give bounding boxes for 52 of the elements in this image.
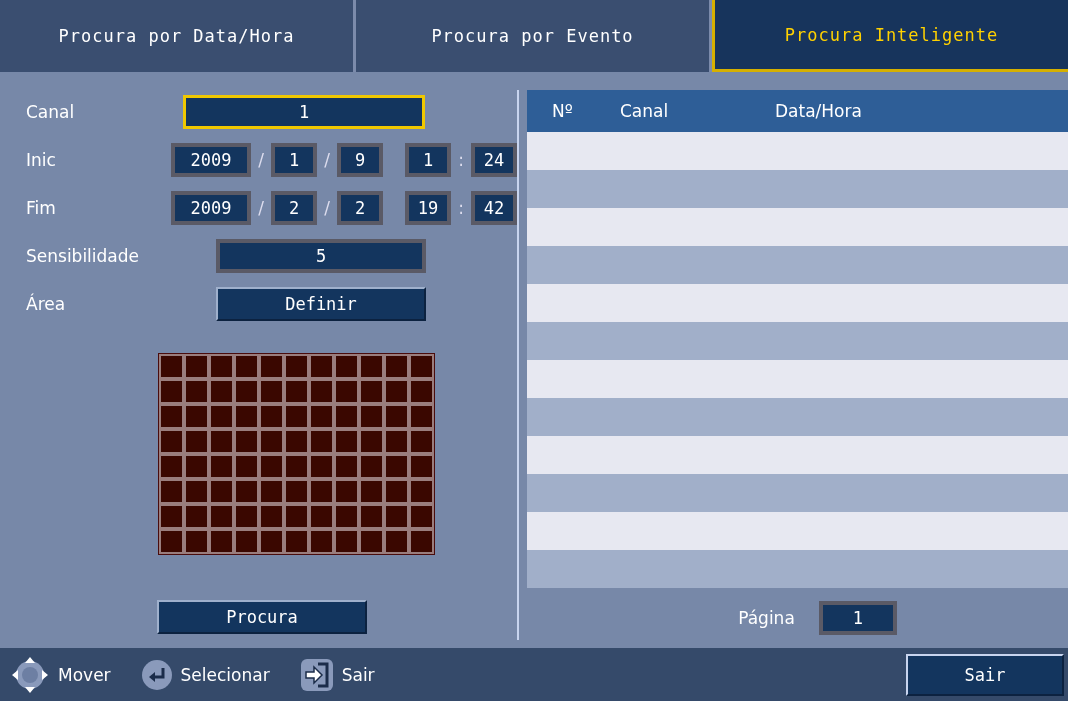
exit-icon [299,657,334,692]
month-field[interactable]: 1 [271,143,317,177]
separator: / [323,150,331,170]
hint-label: Selecionar [180,664,270,685]
table-row[interactable] [527,322,1068,360]
column-header: Nº [552,101,574,121]
tab[interactable]: Procura Inteligente [712,0,1068,72]
table-row[interactable] [527,132,1068,170]
area-grid-drawing[interactable] [158,353,435,555]
year-field[interactable]: 2009 [171,191,251,225]
field-label: Inic [25,150,57,170]
field-label: Canal [25,102,76,122]
separator: / [257,198,265,218]
table-row[interactable] [527,170,1068,208]
field-label: Sensibilidade [25,246,141,266]
table-row[interactable] [527,474,1068,512]
separator: : [457,150,465,170]
page-field[interactable]: 1 [818,601,897,635]
enter-icon [140,658,173,691]
column-header: Canal [620,101,670,121]
column-header: Data/Hora [775,101,862,121]
table-row[interactable] [527,284,1068,322]
minute-field[interactable]: 42 [471,191,517,225]
table-row[interactable] [527,550,1068,588]
separator: / [323,198,331,218]
table-row[interactable] [527,246,1068,284]
field-label: Fim [25,198,57,218]
define-button[interactable]: Definir [216,287,426,321]
table-row[interactable] [527,360,1068,398]
hint-label: Mover [58,664,111,685]
separator: : [457,198,465,218]
hint-label: Sair [341,664,375,685]
hour-field[interactable]: 1 [405,143,451,177]
tab[interactable]: Procura por Data/Hora [0,0,356,72]
year-field[interactable]: 2009 [171,143,251,177]
field-label: Área [25,294,67,314]
separator: / [257,150,265,170]
day-field[interactable]: 2 [337,191,383,225]
search-button[interactable]: Procura [157,600,367,634]
table-row[interactable] [527,208,1068,246]
tab[interactable]: Procura por Evento [356,0,712,72]
day-field[interactable]: 9 [337,143,383,177]
table-row[interactable] [527,398,1068,436]
month-field[interactable]: 2 [271,191,317,225]
exit-button[interactable]: Sair [906,653,1064,696]
table-row[interactable] [527,436,1068,474]
table-row[interactable] [527,512,1068,550]
minute-field[interactable]: 24 [471,143,517,177]
sensitivity-field[interactable]: 5 [216,239,426,273]
page-label: Página [738,608,795,628]
channel-field[interactable]: 1 [183,95,425,129]
hour-field[interactable]: 19 [405,191,451,225]
